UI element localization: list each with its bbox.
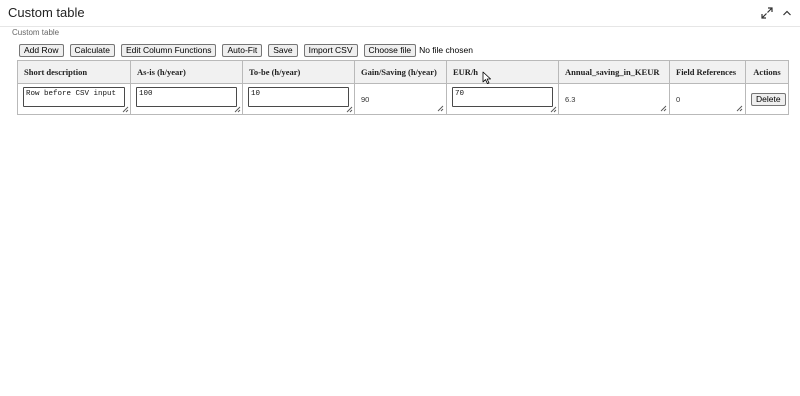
col-header-field-references: Field References	[669, 60, 746, 84]
file-input[interactable]: Choose file No file chosen	[363, 43, 473, 57]
annual-saving-value: 6.3	[565, 95, 576, 104]
panel-title: Custom table	[8, 5, 85, 20]
as-is-input[interactable]: 100	[136, 87, 237, 107]
col-header-annual-saving: Annual_saving_in_KEUR	[558, 60, 670, 84]
import-csv-button[interactable]: Import CSV	[303, 43, 358, 57]
cell-to-be: 10	[242, 83, 355, 115]
auto-fit-button[interactable]: Auto-Fit	[222, 43, 263, 57]
resize-grip-icon[interactable]	[550, 106, 557, 113]
cell-short-description: Row before CSV input	[17, 83, 131, 115]
field-references-value: 0	[676, 95, 681, 104]
custom-table: Short description As-is (h/year) To-be (…	[17, 60, 789, 115]
eur-h-input[interactable]: 70	[452, 87, 553, 107]
table-row: Row before CSV input 100 10 90 70 6.3 0 …	[17, 83, 789, 115]
save-button[interactable]: Save	[268, 43, 298, 57]
header-row: Short description As-is (h/year) To-be (…	[17, 60, 789, 84]
edit-column-functions-button[interactable]: Edit Column Functions	[120, 43, 217, 57]
choose-file-button[interactable]: Choose file	[363, 43, 417, 57]
gain-saving-value: 90	[361, 95, 370, 104]
col-header-actions: Actions	[745, 60, 789, 84]
col-header-short-description: Short description	[17, 60, 131, 84]
mouse-cursor-icon	[482, 71, 491, 84]
delete-row-button[interactable]: Delete	[751, 93, 786, 106]
cell-as-is: 100	[130, 83, 243, 115]
resize-grip-icon[interactable]	[346, 106, 353, 113]
cell-field-references: 0	[669, 83, 746, 115]
resize-grip-icon[interactable]	[234, 106, 241, 113]
panel-header: Custom table	[0, 0, 800, 27]
calculate-button[interactable]: Calculate	[69, 43, 115, 57]
resize-grip-icon[interactable]	[660, 105, 667, 112]
col-header-as-is: As-is (h/year)	[130, 60, 243, 84]
panel-subtitle: Custom table	[12, 28, 60, 37]
expand-icon[interactable]	[760, 6, 774, 20]
cell-annual-saving: 6.3	[558, 83, 670, 115]
resize-grip-icon[interactable]	[437, 105, 444, 112]
cell-eur-h: 70	[446, 83, 559, 115]
file-status: No file chosen	[419, 45, 473, 55]
col-header-eur-h: EUR/h	[446, 60, 559, 84]
resize-grip-icon[interactable]	[122, 106, 129, 113]
chevron-up-icon[interactable]	[780, 6, 794, 20]
toolbar: Add Row Calculate Edit Column Functions …	[19, 43, 473, 57]
short-description-input[interactable]: Row before CSV input	[23, 87, 125, 107]
add-row-button[interactable]: Add Row	[19, 43, 64, 57]
cell-actions: Delete	[745, 83, 789, 115]
cell-gain-saving: 90	[354, 83, 447, 115]
resize-grip-icon[interactable]	[736, 105, 743, 112]
col-header-to-be: To-be (h/year)	[242, 60, 355, 84]
col-header-gain-saving: Gain/Saving (h/year)	[354, 60, 447, 84]
to-be-input[interactable]: 10	[248, 87, 349, 107]
